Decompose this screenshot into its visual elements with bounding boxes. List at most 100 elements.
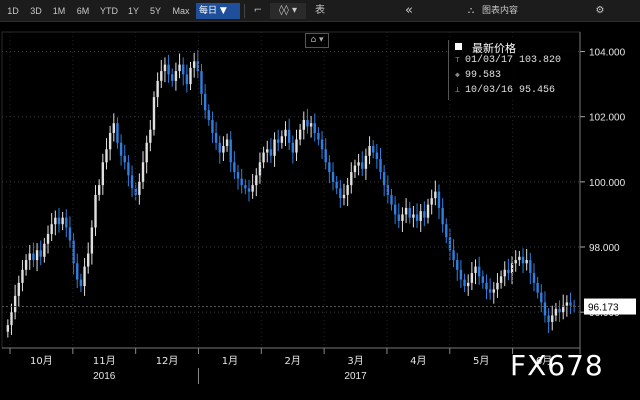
- candle: [496, 273, 499, 298]
- candle: [357, 153, 360, 176]
- candle-body: [452, 250, 455, 261]
- range-button-ytd[interactable]: YTD: [96, 3, 122, 19]
- candle: [295, 129, 298, 162]
- candle-body: [163, 64, 167, 72]
- candle: [43, 237, 46, 263]
- candle: [426, 198, 430, 224]
- candle-body: [317, 132, 320, 140]
- candle: [463, 273, 466, 292]
- candle-body: [273, 139, 276, 156]
- candle-body: [364, 155, 368, 169]
- candlestick-icon[interactable]: ◊◊ ▾: [270, 3, 306, 19]
- candle-body: [262, 152, 265, 163]
- candle-body: [57, 217, 61, 225]
- candle: [558, 300, 561, 322]
- candle: [445, 218, 448, 244]
- candle-body: [426, 204, 430, 218]
- candle: [182, 57, 185, 86]
- candle: [306, 108, 309, 134]
- candle: [6, 319, 10, 338]
- x-tick-label: 1月: [222, 355, 238, 367]
- candle-body: [65, 217, 68, 228]
- candle-body: [61, 217, 64, 225]
- candle-body: [192, 61, 196, 68]
- line-chart-icon[interactable]: ⌐: [248, 3, 268, 19]
- candle-body: [43, 243, 46, 257]
- candle: [379, 147, 382, 180]
- candle-body: [558, 308, 561, 313]
- candle: [127, 155, 130, 187]
- candle: [21, 260, 24, 292]
- candle: [174, 62, 178, 91]
- range-button-1y[interactable]: 1Y: [124, 3, 143, 19]
- candle-body: [423, 211, 426, 218]
- candle: [10, 303, 13, 335]
- candle: [423, 201, 426, 227]
- candle: [430, 189, 433, 215]
- candle: [255, 168, 258, 197]
- candle-body: [313, 123, 316, 133]
- candle-body: [499, 276, 503, 283]
- candle-body: [251, 185, 254, 192]
- candle-body: [346, 185, 349, 195]
- candle: [551, 305, 554, 331]
- candle-body: [203, 93, 207, 111]
- candle-body: [97, 185, 101, 195]
- range-button-3d[interactable]: 3D: [26, 3, 46, 19]
- candle: [397, 203, 400, 229]
- range-button-1d[interactable]: 1D: [3, 3, 23, 19]
- candle: [171, 68, 174, 87]
- legend-swatch: [455, 43, 462, 50]
- chart-content-icon[interactable]: ⛬: [464, 3, 478, 19]
- last-price-label: 96.173: [588, 303, 619, 314]
- candle-body: [68, 227, 72, 241]
- x-tick-label: 12月: [156, 355, 179, 367]
- settings-icon[interactable]: ⚙: [592, 3, 608, 19]
- candle-body: [306, 119, 309, 127]
- candle: [87, 242, 90, 274]
- candle-body: [94, 194, 97, 228]
- candle: [298, 123, 302, 146]
- legend-title-text: 最新价格: [472, 42, 516, 55]
- candle: [203, 84, 207, 119]
- candle: [467, 274, 470, 296]
- candle-body: [401, 214, 404, 221]
- range-button-max[interactable]: Max: [168, 3, 194, 19]
- candle-body: [233, 162, 236, 173]
- candle-body: [130, 175, 134, 189]
- candle-body: [269, 149, 273, 156]
- candle: [200, 63, 203, 105]
- candle: [536, 276, 539, 299]
- candle: [46, 225, 50, 254]
- candle: [532, 263, 536, 292]
- candle-body: [174, 71, 178, 81]
- candle: [17, 275, 20, 307]
- range-button-5y[interactable]: 5Y: [146, 3, 165, 19]
- candle-body: [178, 64, 181, 72]
- candle: [412, 205, 415, 228]
- candle-body: [287, 129, 291, 143]
- candle: [404, 198, 408, 223]
- candle-body: [408, 207, 411, 218]
- candle: [481, 270, 485, 289]
- candle: [499, 270, 503, 289]
- candle-body: [342, 194, 346, 199]
- candle: [372, 140, 375, 159]
- range-button-1m[interactable]: 1M: [49, 3, 69, 19]
- candle: [39, 240, 42, 266]
- interval-select[interactable]: 每日 ▼: [196, 3, 240, 19]
- table-button[interactable]: 表: [312, 3, 328, 19]
- candle: [529, 252, 532, 285]
- candle: [145, 135, 148, 174]
- candle-body: [50, 224, 53, 234]
- range-button-6m[interactable]: 6M: [72, 3, 94, 19]
- candle-body: [229, 139, 232, 163]
- candle-body: [116, 123, 119, 143]
- candle: [101, 153, 105, 195]
- candle: [543, 291, 547, 323]
- candle: [108, 125, 112, 161]
- candle: [61, 211, 64, 231]
- candle: [437, 184, 441, 219]
- chart-content-button[interactable]: 图表内容: [482, 3, 518, 19]
- collapse-icon[interactable]: «: [400, 3, 418, 19]
